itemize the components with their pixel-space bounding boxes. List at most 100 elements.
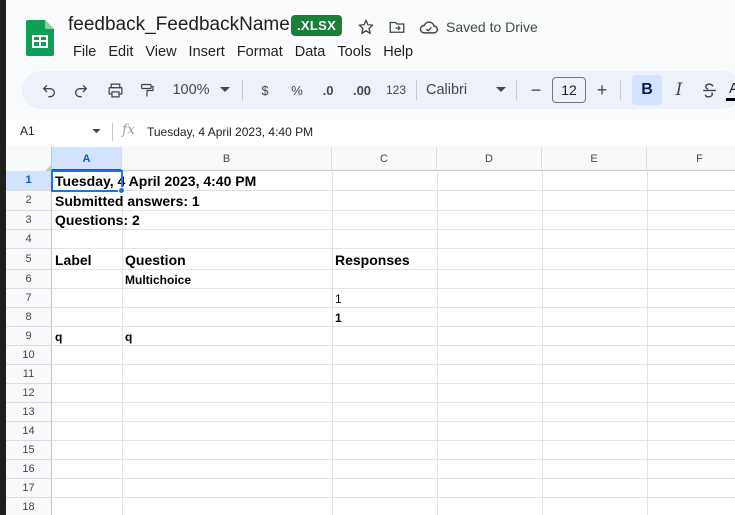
name-box-dropdown-icon[interactable] <box>92 129 101 134</box>
currency-button[interactable]: $ <box>254 71 276 109</box>
star-icon[interactable] <box>356 17 376 37</box>
row-header[interactable]: 6 <box>6 270 52 289</box>
grid-line <box>332 171 333 515</box>
row-header[interactable]: 13 <box>6 403 52 422</box>
decrease-decimal-button[interactable]: .0 <box>316 71 340 109</box>
column-header-a[interactable]: A <box>52 147 122 171</box>
sheets-logo-icon[interactable] <box>26 20 54 56</box>
font-size-input[interactable]: 12 <box>552 77 586 103</box>
font-dropdown-icon[interactable] <box>494 71 508 109</box>
zoom-select[interactable]: 100% <box>168 71 214 109</box>
grid-line <box>52 383 735 384</box>
increase-font-size-button[interactable]: + <box>592 71 612 109</box>
decrease-font-size-button[interactable]: − <box>526 71 546 109</box>
grid-line <box>52 402 735 403</box>
row-header[interactable]: 14 <box>6 422 52 441</box>
grid-line <box>52 459 735 460</box>
grid-line <box>52 440 735 441</box>
text-color-button[interactable]: A <box>726 71 735 109</box>
print-icon[interactable] <box>102 71 128 109</box>
paint-format-icon[interactable] <box>134 71 160 109</box>
document-title[interactable]: feedback_FeedbackName <box>68 14 290 36</box>
percent-button[interactable]: % <box>286 71 308 109</box>
row-header[interactable]: 2 <box>6 191 52 211</box>
row-header[interactable]: 16 <box>6 460 52 479</box>
spreadsheet-grid[interactable]: A B C D E F 1 2 3 4 5 6 7 8 9 10 11 12 1… <box>6 147 735 515</box>
cell-a3[interactable]: Questions: 2 <box>52 211 140 230</box>
cell-c7[interactable]: 1 <box>332 290 342 308</box>
toolbar-divider <box>416 80 417 100</box>
menu-insert[interactable]: Insert <box>183 42 231 62</box>
toolbar-divider <box>620 80 621 100</box>
row-header[interactable]: 15 <box>6 441 52 460</box>
row-header[interactable]: 4 <box>6 230 52 249</box>
font-family-select[interactable]: Calibri <box>426 71 478 109</box>
select-all-corner[interactable] <box>6 147 52 171</box>
text-color-swatch <box>726 98 735 101</box>
cell-a5[interactable]: Label <box>52 250 92 270</box>
grid-line <box>52 421 735 422</box>
cell-a9[interactable]: q <box>52 328 62 346</box>
row-header[interactable]: 9 <box>6 327 52 346</box>
fill-handle[interactable] <box>118 187 125 194</box>
menu-bar: File Edit View Insert Format Data Tools … <box>67 42 419 62</box>
row-header[interactable]: 3 <box>6 211 52 230</box>
cell-b6[interactable]: Multichoice <box>122 271 191 289</box>
row-header[interactable]: 8 <box>6 308 52 327</box>
more-formats-button[interactable]: 123 <box>382 71 410 109</box>
grid-line <box>52 326 735 327</box>
cloud-saved-icon[interactable] <box>419 17 439 37</box>
grid-line <box>52 497 735 498</box>
cell-b9[interactable]: q <box>122 328 132 346</box>
zoom-dropdown-icon[interactable] <box>218 71 232 109</box>
grid-line <box>52 307 735 308</box>
formula-input[interactable]: Tuesday, 4 April 2023, 4:40 PM <box>147 125 313 139</box>
row-header[interactable]: 10 <box>6 346 52 365</box>
undo-icon[interactable] <box>36 71 62 109</box>
formula-divider <box>112 123 113 141</box>
grid-line <box>52 478 735 479</box>
text-color-label: A <box>728 80 735 97</box>
grid-line <box>647 171 648 515</box>
move-folder-icon[interactable] <box>387 17 407 37</box>
file-type-badge: .XLSX <box>291 15 343 36</box>
menu-data[interactable]: Data <box>289 42 332 62</box>
name-box[interactable]: A1 <box>20 124 35 138</box>
increase-decimal-button[interactable]: .00 <box>346 71 378 109</box>
grid-line <box>437 171 438 515</box>
cell-c8[interactable]: 1 <box>332 309 342 327</box>
toolbar-divider <box>516 80 517 100</box>
bold-button[interactable]: B <box>632 75 662 105</box>
toolbar-divider <box>242 80 243 100</box>
column-header-f[interactable]: F <box>647 147 735 171</box>
menu-view[interactable]: View <box>139 42 182 62</box>
menu-tools[interactable]: Tools <box>331 42 377 62</box>
cell-c5[interactable]: Responses <box>332 250 410 270</box>
cell-a2[interactable]: Submitted answers: 1 <box>52 192 200 211</box>
row-header[interactable]: 11 <box>6 365 52 384</box>
cell-b5[interactable]: Question <box>122 250 186 270</box>
grid-line <box>542 171 543 515</box>
sheets-app: feedback_FeedbackName .XLSX Saved to Dri… <box>6 0 735 515</box>
row-header[interactable]: 5 <box>6 249 52 270</box>
column-header-d[interactable]: D <box>437 147 542 171</box>
save-status[interactable]: Saved to Drive <box>446 19 538 35</box>
row-header[interactable]: 7 <box>6 289 52 308</box>
column-header-c[interactable]: C <box>332 147 437 171</box>
row-header[interactable]: 18 <box>6 498 52 515</box>
menu-format[interactable]: Format <box>231 42 289 62</box>
menu-edit[interactable]: Edit <box>102 42 139 62</box>
strikethrough-icon[interactable] <box>696 71 722 109</box>
column-header-b[interactable]: B <box>122 147 332 171</box>
column-header-e[interactable]: E <box>542 147 647 171</box>
grid-line <box>52 248 735 249</box>
row-header[interactable]: 12 <box>6 384 52 403</box>
italic-button[interactable]: I <box>666 71 692 109</box>
row-header[interactable]: 17 <box>6 479 52 498</box>
row-header[interactable]: 1 <box>6 171 52 191</box>
menu-file[interactable]: File <box>67 42 102 62</box>
grid-line <box>52 229 735 230</box>
menu-help[interactable]: Help <box>377 42 419 62</box>
formula-bar: A1 fx Tuesday, 4 April 2023, 4:40 PM <box>6 119 735 145</box>
redo-icon[interactable] <box>68 71 94 109</box>
